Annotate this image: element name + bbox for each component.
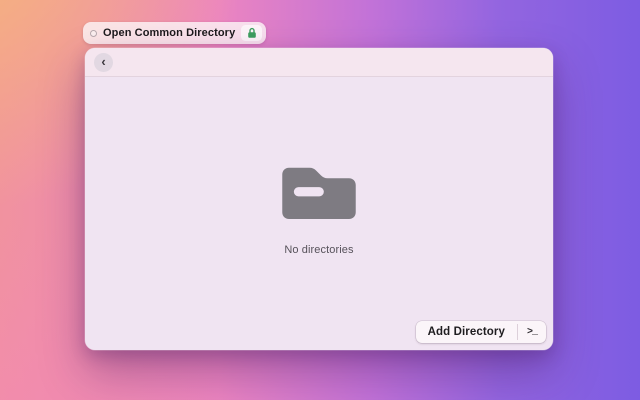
empty-state-message: No directories bbox=[284, 244, 353, 256]
open-common-directory-badge[interactable]: Open Common Directory bbox=[83, 22, 266, 44]
window-content: No directories Add Directory >_ bbox=[85, 77, 553, 349]
add-directory-button[interactable]: Add Directory bbox=[416, 321, 517, 343]
desktop-background: Open Common Directory ‹ bbox=[0, 0, 640, 400]
window-titlebar: ‹ bbox=[85, 48, 553, 77]
footer-button-group: Add Directory >_ bbox=[416, 321, 546, 343]
badge-label: Open Common Directory bbox=[103, 27, 235, 39]
folder-icon bbox=[280, 162, 358, 220]
app-window: ‹ No directories Add Directory >_ bbox=[85, 48, 553, 350]
terminal-button[interactable]: >_ bbox=[518, 321, 546, 343]
chevron-left-icon: ‹ bbox=[101, 55, 105, 68]
lock-chip bbox=[241, 25, 262, 41]
empty-state: No directories bbox=[280, 162, 358, 256]
status-dot-icon bbox=[90, 30, 97, 37]
back-button[interactable]: ‹ bbox=[94, 53, 113, 72]
terminal-prompt-icon: >_ bbox=[527, 327, 537, 338]
lock-icon bbox=[246, 27, 258, 39]
